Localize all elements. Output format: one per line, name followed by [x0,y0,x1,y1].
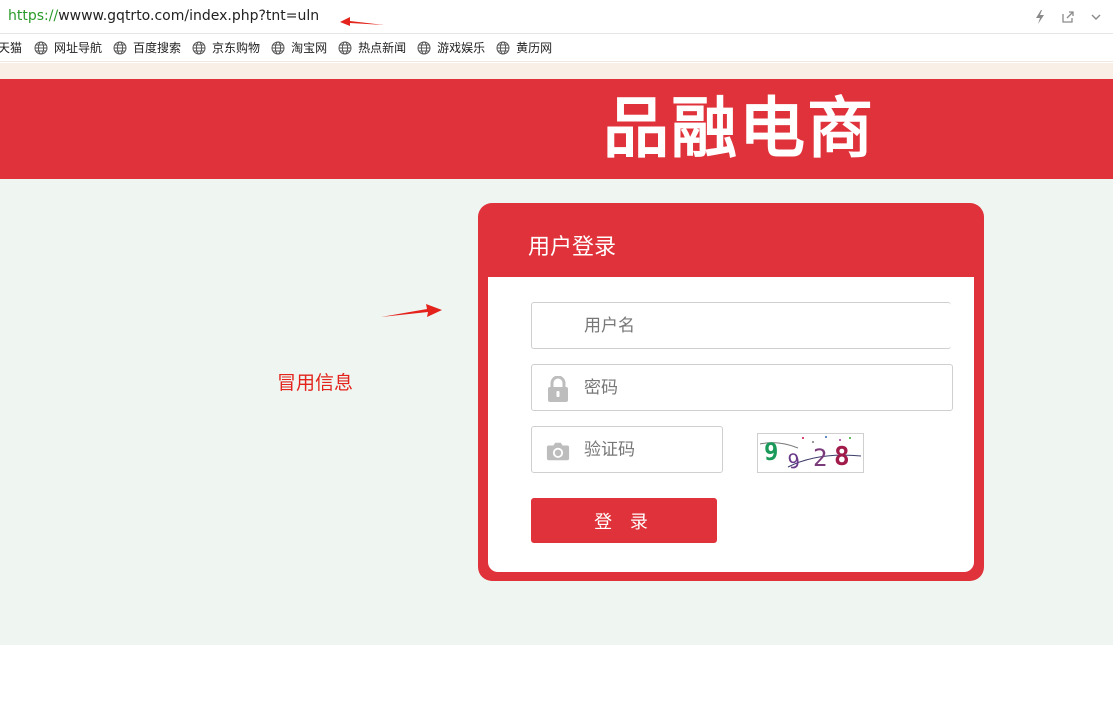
bookmark-label: 天猫 [0,41,23,55]
globe-icon [496,41,510,55]
login-form: 9 9 2 8 登 录 [488,277,974,572]
login-card: 用户登录 用户名 验证码 9 9 2 8 登 录 [478,203,984,581]
globe-icon [417,41,431,55]
arrow-annotation-form [378,298,446,328]
url-text[interactable]: https://wwww.gqtrto.com/index.php?tnt=ul… [8,8,319,24]
address-bar-icons [1031,8,1105,26]
bookmark-label: 百度搜索 [133,41,182,55]
chevron-down-icon[interactable] [1087,8,1105,26]
bookmark-item[interactable]: 网址导航 [34,39,102,56]
url-separator: :// [44,8,59,24]
bookmarks-bar: 天猫 网址导航 百度搜索 京东购物 淘宝网 热点新闻 游戏娱乐 黄历网 [0,34,1113,62]
captcha-image[interactable]: 9 9 2 8 [757,433,864,473]
captcha-field[interactable] [531,426,723,473]
password-field[interactable] [531,364,953,411]
page: https://wwww.gqtrto.com/index.php?tnt=ul… [0,0,1113,704]
globe-icon [34,41,48,55]
globe-icon [271,41,285,55]
bookmark-item[interactable]: 天猫 [0,39,22,56]
username-input[interactable] [584,303,943,348]
lightning-icon[interactable] [1031,8,1049,26]
bookmark-item[interactable]: 黄历网 [496,39,552,56]
bookmark-label: 黄历网 [516,41,553,55]
globe-icon [192,41,206,55]
username-field[interactable] [531,302,951,349]
password-input[interactable] [584,365,944,410]
bookmark-label: 热点新闻 [358,41,407,55]
globe-icon [338,41,352,55]
bookmark-item[interactable]: 淘宝网 [271,39,327,56]
globe-icon [113,41,127,55]
page-top-strip [0,63,1113,79]
bookmark-label: 京东购物 [212,41,261,55]
login-title: 用户登录 [528,235,617,260]
bookmark-label: 网址导航 [54,41,103,55]
arrow-annotation-url [338,10,388,38]
site-header: 品融电商 [0,79,1113,179]
bookmark-item[interactable]: 京东购物 [192,39,260,56]
lock-icon [545,376,571,402]
captcha-char-1: 9 [764,438,778,466]
captcha-input[interactable] [584,427,714,472]
captcha-char-3: 2 [813,444,827,472]
bookmark-item[interactable]: 游戏娱乐 [417,39,485,56]
share-icon[interactable] [1059,8,1077,26]
brand-logo-text: 品融电商 [603,90,875,167]
bookmark-item[interactable]: 百度搜索 [113,39,181,56]
login-button[interactable]: 登 录 [531,498,717,543]
bookmark-item[interactable]: 热点新闻 [338,39,406,56]
captcha-char-2: 9 [786,448,801,472]
url-path: wwww.gqtrto.com/index.php?tnt=uln [58,8,320,24]
captcha-char-4: 8 [834,442,850,472]
address-bar[interactable]: https://wwww.gqtrto.com/index.php?tnt=ul… [0,0,1113,34]
annotation-label: 冒用信息 [277,372,354,394]
url-scheme: https [8,8,45,24]
bookmark-label: 淘宝网 [291,41,328,55]
bookmark-label: 游戏娱乐 [437,41,486,55]
camera-icon [545,438,571,464]
